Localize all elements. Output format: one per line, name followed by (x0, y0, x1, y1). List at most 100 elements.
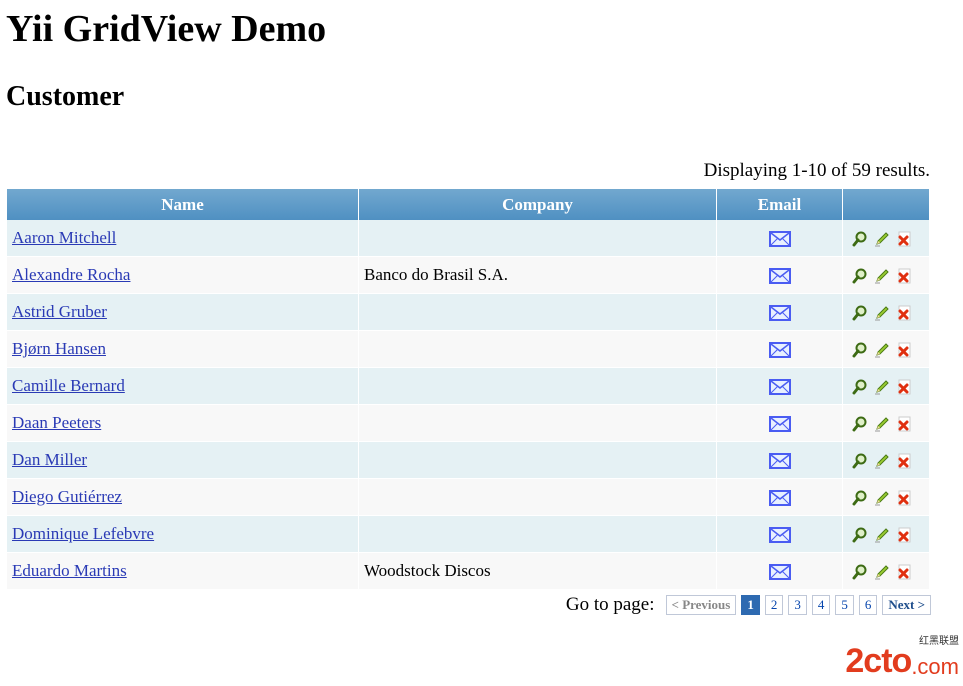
table-row: Alexandre Rocha Banco do Brasil S.A. (7, 257, 929, 294)
magnifier-icon[interactable] (852, 305, 868, 321)
company-column-header[interactable]: Company (359, 189, 716, 220)
customer-grid: Name Company Email Aaron Mitchell Alexand… (6, 189, 930, 590)
email-cell (717, 368, 842, 405)
delete-icon[interactable] (896, 564, 912, 580)
customer-name-link[interactable]: Alexandre Rocha (12, 265, 130, 284)
actions-cell (843, 220, 929, 257)
table-row: Bjørn Hansen (7, 331, 929, 368)
delete-icon[interactable] (896, 305, 912, 321)
page-link-1[interactable]: 1 (741, 595, 760, 615)
magnifier-icon[interactable] (852, 268, 868, 284)
table-row: Dan Miller (7, 442, 929, 479)
customer-name-link[interactable]: Aaron Mitchell (12, 228, 116, 247)
company-cell (359, 368, 716, 405)
section-title: Customer (6, 81, 125, 112)
company-cell (359, 220, 716, 257)
delete-icon[interactable] (896, 268, 912, 284)
site-watermark: 红黑联盟 2cto .com (845, 636, 959, 679)
pencil-icon[interactable] (874, 342, 890, 358)
company-cell: Banco do Brasil S.A. (359, 257, 716, 294)
pencil-icon[interactable] (874, 268, 890, 284)
magnifier-icon[interactable] (852, 564, 868, 580)
name-cell: Eduardo Martins (7, 553, 358, 590)
magnifier-icon[interactable] (852, 416, 868, 432)
company-cell: Woodstock Discos (359, 553, 716, 590)
customer-name-link[interactable]: Daan Peeters (12, 413, 101, 432)
envelope-icon[interactable] (768, 231, 791, 248)
page-link-5[interactable]: 5 (835, 595, 854, 615)
envelope-icon[interactable] (768, 453, 791, 470)
email-column-header[interactable]: Email (717, 189, 842, 220)
table-row: Astrid Gruber (7, 294, 929, 331)
magnifier-icon[interactable] (852, 342, 868, 358)
name-cell: Aaron Mitchell (7, 220, 358, 257)
company-cell (359, 442, 716, 479)
delete-icon[interactable] (896, 416, 912, 432)
pager-next[interactable]: Next > (882, 595, 931, 615)
pager-label: Go to page: (565, 594, 655, 615)
magnifier-icon[interactable] (852, 231, 868, 247)
name-cell: Diego Gutiérrez (7, 479, 358, 516)
pencil-icon[interactable] (874, 305, 890, 321)
email-cell (717, 479, 842, 516)
watermark-suffix: .com (911, 654, 959, 679)
envelope-icon[interactable] (768, 527, 791, 544)
actions-cell (843, 479, 929, 516)
customer-name-link[interactable]: Astrid Gruber (12, 302, 107, 321)
email-cell (717, 405, 842, 442)
page-link-2[interactable]: 2 (764, 595, 784, 615)
customer-name-link[interactable]: Camille Bernard (12, 376, 125, 395)
envelope-icon[interactable] (768, 564, 791, 581)
magnifier-icon[interactable] (852, 379, 868, 395)
delete-icon[interactable] (896, 453, 912, 469)
envelope-icon[interactable] (768, 490, 791, 507)
pencil-icon[interactable] (874, 527, 890, 543)
page-link-3[interactable]: 3 (788, 595, 807, 615)
name-cell: Alexandre Rocha (7, 257, 358, 294)
customer-name-link[interactable]: Bjørn Hansen (12, 339, 106, 358)
delete-icon[interactable] (896, 231, 912, 247)
name-cell: Bjørn Hansen (7, 331, 358, 368)
table-row: Dominique Lefebvre (7, 516, 929, 553)
name-column-header[interactable]: Name (7, 189, 358, 220)
actions-cell (843, 553, 929, 590)
actions-cell (843, 294, 929, 331)
name-cell: Camille Bernard (7, 368, 358, 405)
pencil-icon[interactable] (874, 379, 890, 395)
envelope-icon[interactable] (768, 305, 791, 322)
customer-name-link[interactable]: Dominique Lefebvre (12, 524, 154, 543)
email-cell (717, 257, 842, 294)
customer-name-link[interactable]: Dan Miller (12, 450, 87, 469)
page-link-4[interactable]: 4 (811, 595, 831, 615)
envelope-icon[interactable] (768, 379, 791, 396)
envelope-icon[interactable] (768, 268, 791, 285)
pencil-icon[interactable] (874, 490, 890, 506)
pencil-icon[interactable] (874, 564, 890, 580)
magnifier-icon[interactable] (852, 490, 868, 506)
customer-name-link[interactable]: Eduardo Martins (12, 561, 127, 580)
pencil-icon[interactable] (874, 231, 890, 247)
email-cell (717, 516, 842, 553)
customer-name-link[interactable]: Diego Gutiérrez (12, 487, 122, 506)
envelope-icon[interactable] (768, 416, 791, 433)
delete-icon[interactable] (896, 490, 912, 506)
delete-icon[interactable] (896, 379, 912, 395)
company-cell (359, 331, 716, 368)
delete-icon[interactable] (896, 342, 912, 358)
page-link-6[interactable]: 6 (858, 595, 878, 615)
grid-header-row: Name Company Email (7, 189, 929, 220)
name-cell: Dan Miller (7, 442, 358, 479)
magnifier-icon[interactable] (852, 453, 868, 469)
table-row: Camille Bernard (7, 368, 929, 405)
page-title: Yii GridView Demo (6, 8, 327, 50)
magnifier-icon[interactable] (852, 527, 868, 543)
pencil-icon[interactable] (874, 453, 890, 469)
envelope-icon[interactable] (768, 342, 791, 359)
company-cell (359, 516, 716, 553)
delete-icon[interactable] (896, 527, 912, 543)
actions-cell (843, 331, 929, 368)
table-row: Diego Gutiérrez (7, 479, 929, 516)
pencil-icon[interactable] (874, 416, 890, 432)
watermark-tagline: 红黑联盟 (919, 636, 959, 647)
pager: Go to page: < Previous 123456 Next > (566, 594, 931, 616)
